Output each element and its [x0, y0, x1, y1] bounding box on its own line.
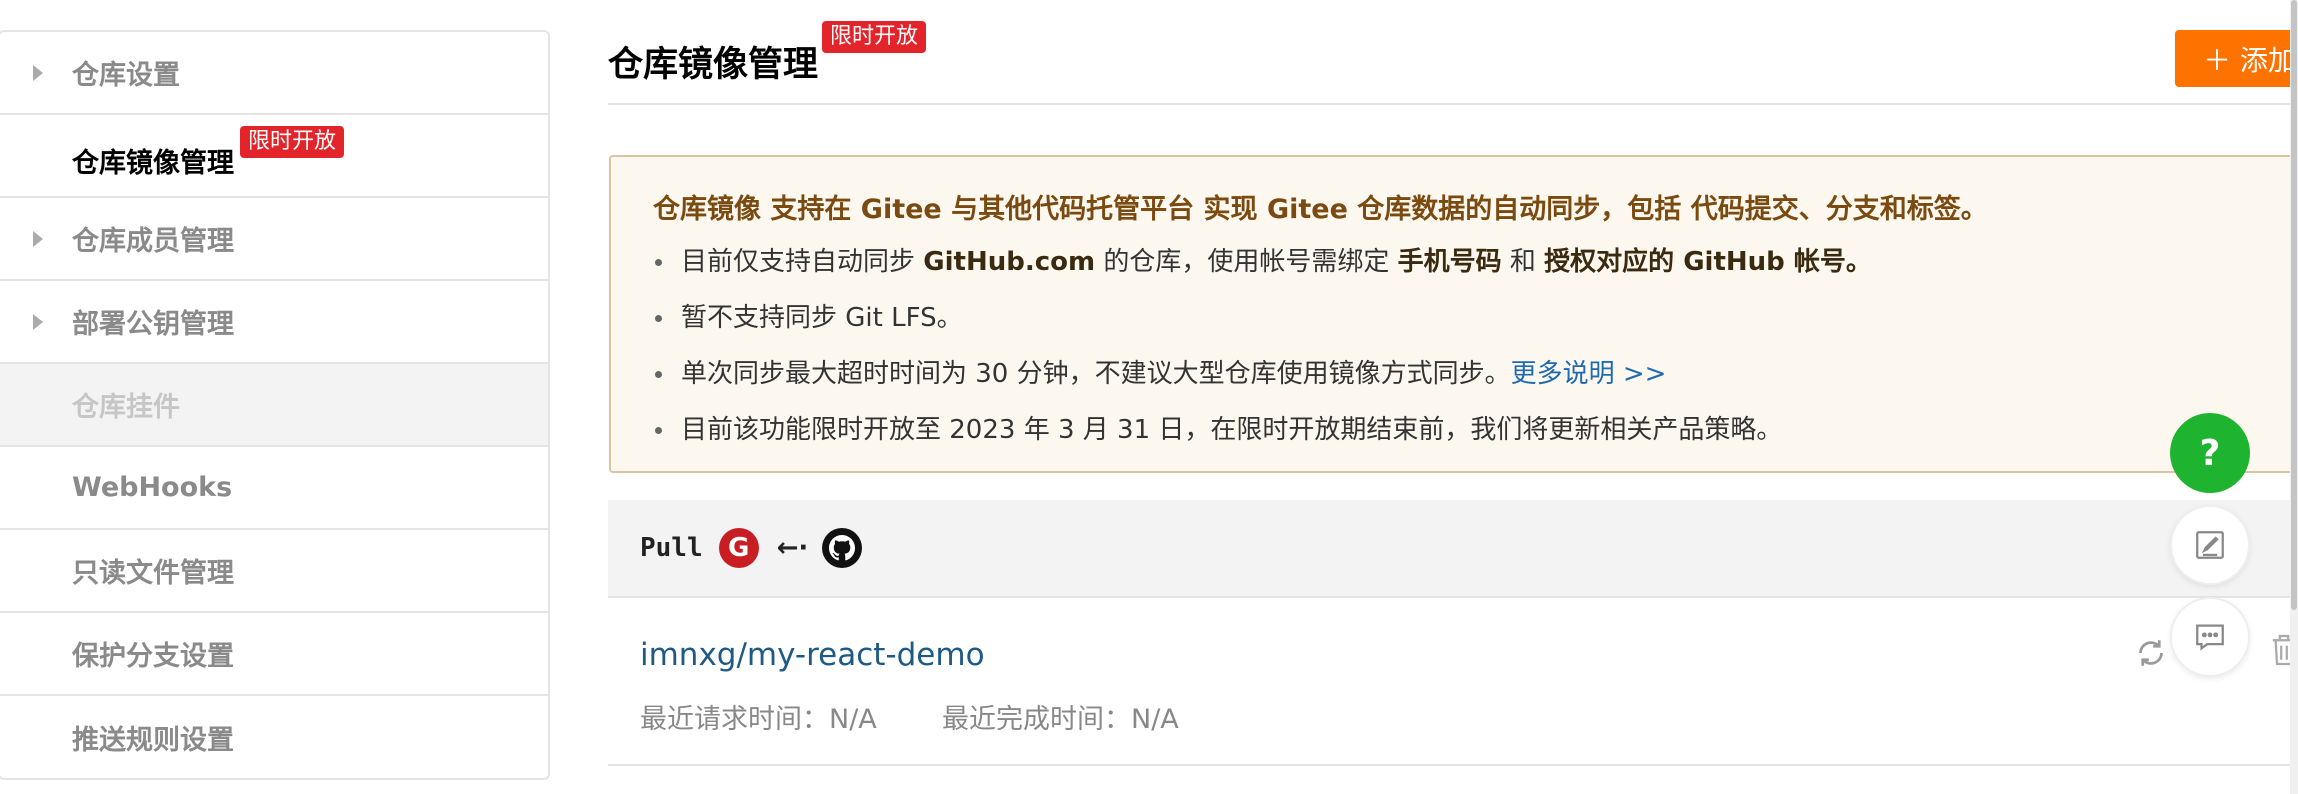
edit-icon — [2196, 531, 2224, 559]
sidebar-item-readonly-files[interactable]: 只读文件管理 — [0, 530, 548, 613]
sidebar-item-label: 只读文件管理 — [72, 558, 234, 589]
notice-strong: 手机号码 — [1397, 247, 1502, 277]
sidebar-item-members[interactable]: 仓库成员管理 — [0, 198, 548, 281]
notice-strong: 。 — [1845, 247, 1872, 277]
sidebar-item-label: 仓库成员管理 — [72, 226, 234, 257]
caret-right-icon — [33, 230, 43, 247]
notice-text: 和 — [1501, 247, 1545, 277]
notice-text: 目前仅支持自动同步 — [681, 247, 924, 277]
scrollbar-thumb[interactable] — [2291, 0, 2297, 610]
feedback-button[interactable] — [2170, 505, 2250, 585]
caret-right-icon — [33, 313, 43, 330]
sidebar-item-deploy-keys[interactable]: 部署公钥管理 — [0, 281, 548, 364]
limited-badge: 限时开放 — [822, 21, 927, 53]
divider — [608, 103, 2298, 105]
notice-item: 目前仅支持自动同步 GitHub.com 的仓库，使用帐号需绑定 手机号码 和 … — [653, 244, 2298, 300]
limited-badge: 限时开放 — [240, 126, 345, 158]
mirror-direction-label: Pull — [640, 533, 703, 563]
chat-icon — [2196, 624, 2224, 651]
sidebar-item-webhooks[interactable]: WebHooks — [0, 447, 548, 530]
notice-text: 暂不支持同步 Git LFS。 — [681, 303, 963, 333]
gitee-icon: G — [718, 528, 759, 568]
notice-item: 目前该功能限时开放至 2023 年 3 月 31 日，在限时开放期结束前，我们将… — [653, 412, 2298, 468]
notice-item: 暂不支持同步 Git LFS。 — [653, 300, 2298, 356]
divider — [608, 764, 2298, 766]
notice-strong: 授权对应的 GitHub 帐号 — [1544, 247, 1846, 277]
sidebar-item-label: 部署公钥管理 — [72, 309, 234, 340]
sidebar-item-mirror-management[interactable]: 仓库镜像管理 限时开放 — [0, 115, 548, 198]
add-mirror-button[interactable]: ＋ 添加 — [2175, 30, 2298, 87]
help-button[interactable]: ? — [2170, 413, 2250, 493]
settings-sidebar: 仓库设置 仓库镜像管理 限时开放 仓库成员管理 部署公钥管理 仓库挂件 WebH… — [0, 30, 550, 780]
sidebar-item-label: 仓库设置 — [72, 60, 180, 91]
sidebar-item-push-rules[interactable]: 推送规则设置 — [0, 696, 548, 778]
notice-item: 单次同步最大超时时间为 30 分钟，不建议大型仓库使用镜像方式同步。更多说明 >… — [653, 356, 2298, 412]
last-complete-time: 最近完成时间：N/A — [942, 704, 1179, 735]
page-title: 仓库镜像管理 — [608, 45, 819, 85]
mirror-repo-link[interactable]: imnxg/my-react-demo — [640, 637, 985, 673]
caret-right-icon — [33, 64, 43, 81]
sidebar-item-label: 仓库镜像管理 — [72, 148, 234, 179]
arrow-left-icon: ←· — [776, 533, 809, 563]
sidebar-item-label: 推送规则设置 — [72, 725, 234, 756]
sidebar-item-label: 仓库挂件 — [72, 392, 180, 423]
sidebar-item-label: WebHooks — [72, 472, 233, 503]
more-info-link[interactable]: 更多说明 >> — [1511, 359, 1667, 389]
sidebar-item-protected-branches[interactable]: 保护分支设置 — [0, 613, 548, 696]
github-icon — [822, 528, 863, 568]
sync-icon[interactable] — [2133, 635, 2169, 675]
notice-text: 的仓库，使用帐号需绑定 — [1095, 247, 1398, 277]
last-request-time: 最近请求时间：N/A — [640, 704, 877, 735]
notice-list: 目前仅支持自动同步 GitHub.com 的仓库，使用帐号需绑定 手机号码 和 … — [653, 244, 2298, 468]
chat-button[interactable] — [2170, 597, 2250, 677]
mirror-notice: 仓库镜像 支持在 Gitee 与其他代码托管平台 实现 Gitee 仓库数据的自… — [609, 155, 2298, 473]
notice-strong: GitHub.com — [923, 247, 1096, 277]
sidebar-item-label: 保护分支设置 — [72, 641, 234, 672]
mirror-direction-bar: Pull G ←· — [608, 500, 2298, 598]
sidebar-item-widgets: 仓库挂件 — [0, 364, 548, 447]
notice-text: 单次同步最大超时时间为 30 分钟，不建议大型仓库使用镜像方式同步。 — [681, 359, 1511, 389]
notice-lead: 仓库镜像 支持在 Gitee 与其他代码托管平台 实现 Gitee 仓库数据的自… — [653, 194, 1988, 225]
sidebar-item-repo-settings[interactable]: 仓库设置 — [0, 32, 548, 115]
notice-text: 目前该功能限时开放至 2023 年 3 月 31 日，在限时开放期结束前，我们将… — [681, 415, 1783, 445]
